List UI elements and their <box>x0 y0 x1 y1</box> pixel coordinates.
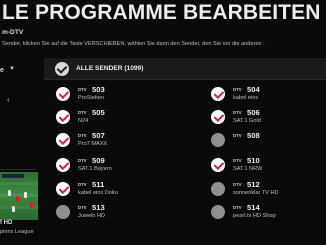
tv-preview <box>0 172 38 220</box>
channel-checkbox[interactable] <box>211 87 225 101</box>
channel-item[interactable]: DTV 514 pearl.tv HD Shop <box>199 201 326 224</box>
score-overlay <box>2 174 24 178</box>
dtv-tag: DTV <box>233 87 242 92</box>
preview-channel-name: f HD <box>0 220 13 226</box>
channel-number: 507 <box>92 131 105 140</box>
channel-number: 511 <box>92 180 105 189</box>
channel-item[interactable]: DTV 507 Pro7 MAXX <box>44 129 184 152</box>
channel-name: kabel eins <box>233 95 259 101</box>
channel-number: 503 <box>92 85 105 94</box>
channel-name: ProSieben <box>78 95 105 101</box>
filter-label[interactable]: e <box>0 67 4 74</box>
channel-number: 513 <box>92 203 105 212</box>
channel-name: SAT.1 Bayern <box>78 166 112 172</box>
channel-item[interactable]: DTV 511 kabel eins Doku <box>44 178 184 201</box>
dtv-tag: DTV <box>78 205 87 210</box>
channel-item[interactable]: DTV 506 SAT.1 Gold <box>199 106 326 129</box>
dtv-tag: DTV <box>78 87 87 92</box>
channel-item[interactable]: DTV 504 kabel eins <box>199 83 326 106</box>
channel-checkbox[interactable] <box>56 133 70 147</box>
channel-name: kabel eins Doku <box>78 190 118 196</box>
channel-number: 504 <box>247 85 260 94</box>
channel-name: SAT.1 NRW <box>233 166 263 172</box>
dtv-tag: DTV <box>233 110 242 115</box>
dtv-tag: DTV <box>78 158 87 163</box>
dtv-tag: DTV <box>233 158 242 163</box>
left-panel: e ▼ ‹ f HD pions League <box>0 57 42 245</box>
all-channels-label: ALLE SENDER (1099) <box>76 65 144 72</box>
preview-program-name: pions League <box>0 229 34 235</box>
channel-name: pearl.tv HD Shop <box>233 213 276 219</box>
dtv-tag: DTV <box>233 205 242 210</box>
channel-number: 506 <box>247 108 260 117</box>
instruction-text: Sender, klicken Sie auf die Taste VERSCH… <box>2 41 265 47</box>
channel-item[interactable]: DTV 510 SAT.1 NRW <box>199 154 326 177</box>
channel-name: Juwelo HD <box>78 213 106 219</box>
channel-item[interactable]: DTV 508 <box>199 129 326 152</box>
chevron-down-icon[interactable]: ▼ <box>9 66 15 72</box>
channel-name: N24 <box>78 118 89 124</box>
channel-item[interactable]: DTV 505 N24 <box>44 106 184 129</box>
channel-name: sonnenklar TV HD <box>233 190 279 196</box>
channel-checkbox[interactable] <box>211 110 225 124</box>
channel-checkbox[interactable] <box>56 205 70 219</box>
channel-checkbox[interactable] <box>211 158 225 172</box>
dtv-tag: DTV <box>78 133 87 138</box>
channel-checkbox[interactable] <box>211 205 225 219</box>
dtv-tag: DTV <box>233 182 242 187</box>
channel-item[interactable]: DTV 509 SAT.1 Bayern <box>44 154 184 177</box>
channel-number: 505 <box>92 108 105 117</box>
channel-number: 509 <box>92 156 105 165</box>
channel-checkbox[interactable] <box>56 182 70 196</box>
check-icon[interactable] <box>55 62 69 76</box>
channel-number: 514 <box>247 203 260 212</box>
channel-item[interactable]: DTV 513 Juwelo HD <box>44 201 184 224</box>
channel-checkbox[interactable] <box>56 87 70 101</box>
channel-item[interactable]: DTV 503 ProSieben <box>44 83 184 106</box>
page-subtitle: m-DTV <box>2 29 24 36</box>
page-title: LE PROGRAMME BEARBEITEN <box>2 1 321 24</box>
divider <box>0 169 36 170</box>
channel-checkbox[interactable] <box>211 133 225 147</box>
channel-number: 510 <box>247 156 260 165</box>
all-channels-row[interactable]: ALLE SENDER (1099) <box>44 58 326 80</box>
channel-name: SAT.1 Gold <box>233 118 261 124</box>
dtv-tag: DTV <box>78 110 87 115</box>
channel-item[interactable]: DTV 512 sonnenklar TV HD <box>199 178 326 201</box>
channel-checkbox[interactable] <box>211 182 225 196</box>
channel-checkbox[interactable] <box>56 110 70 124</box>
channel-number: 512 <box>247 180 260 189</box>
channel-name: Pro7 MAXX <box>78 141 108 147</box>
dtv-tag: DTV <box>78 182 87 187</box>
channel-list: ALLE SENDER (1099) DTV 503 ProSieben DTV… <box>44 58 326 245</box>
channel-checkbox[interactable] <box>56 158 70 172</box>
dtv-tag: DTV <box>233 133 242 138</box>
channel-number: 508 <box>247 131 260 140</box>
chevron-left-icon[interactable]: ‹ <box>7 95 10 104</box>
